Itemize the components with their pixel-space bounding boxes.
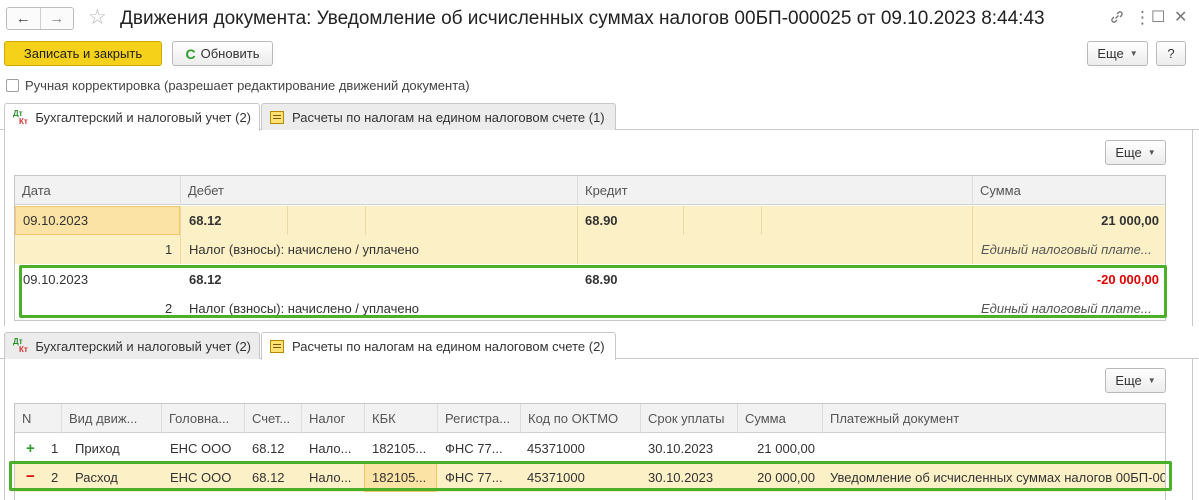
col-date[interactable]: Дата [15,176,180,205]
col-kbk[interactable]: КБК [364,404,437,433]
title-bar: ← → ☆ Движения документа: Уведомление об… [0,0,1199,38]
row1-account: 68.12 [252,441,285,456]
more-menu-icon[interactable]: ⋮ [1134,9,1151,27]
tab-accounting-2-label: Бухгалтерский и налоговый учет (2) [35,338,251,354]
chevron-down-icon: ▼ [1129,49,1138,58]
table-header: Дата Дебет Кредит Сумма [15,176,1165,205]
row1-oktmo: 45371000 [527,441,585,456]
register-icon [270,110,284,124]
link-icon[interactable] [1109,9,1125,30]
forward-arrow-icon[interactable]: → [39,8,74,29]
col-oktmo[interactable]: Код по ОКТМО [520,404,640,433]
table-row[interactable]: + 1 Приход ЕНС ООО 68.12 Нало... 182105.… [15,434,1165,463]
row1-registration: ФНС 77... [445,441,503,456]
col-sum[interactable]: Сумма [737,404,822,433]
col-credit[interactable]: Кредит [577,176,972,205]
row1-date: 09.10.2023 [23,213,89,228]
row1-head: ЕНС ООО [170,441,232,456]
manual-edit-label: Ручная корректировка (разрешает редактир… [25,78,470,93]
panel1-more-label: Еще [1115,145,1142,160]
tab-ens-settlements[interactable]: Расчеты по налогам на едином налоговом с… [261,103,616,130]
tab-accounting[interactable]: Дт Кт Бухгалтерский и налоговый учет (2) [4,103,260,131]
row1-kbk: 182105... [372,441,427,456]
row1-debit: 68.12 [189,213,222,228]
chevron-down-icon: ▼ [1147,148,1156,157]
col-sum[interactable]: Сумма [972,176,1165,205]
col-n[interactable]: N [15,404,61,433]
close-icon[interactable]: ✕ [1174,9,1187,27]
row1-credit: 68.90 [585,213,618,228]
save-and-close-button[interactable]: Записать и закрыть [4,41,162,66]
col-head[interactable]: Головна... [161,404,244,433]
row1-content: Налог (взносы): начислено / уплачено [189,242,419,257]
row1-sum: 21 000,00 [757,441,815,456]
col-payment-doc[interactable]: Платежный документ [822,404,1165,433]
table-row[interactable]: 09.10.2023 1 68.12 Налог (взносы): начис… [15,206,1165,264]
favorite-star-icon[interactable]: ☆ [88,7,107,29]
tab-accounting-label: Бухгалтерский и налоговый учет (2) [35,110,251,125]
col-tax[interactable]: Налог [301,404,364,433]
manual-edit-checkbox[interactable] [6,79,19,92]
row1-tax: Нало... [309,441,352,456]
register-icon [270,340,284,353]
refresh-button[interactable]: C Обновить [172,41,273,66]
refresh-label: Обновить [200,46,260,61]
more-label: Еще [1097,46,1124,61]
refresh-icon: C [185,45,196,62]
debit-credit-icon: Дт Кт [13,108,28,126]
row1-note: Единый налоговый плате... [981,242,1152,257]
tab-ens-settlements-2[interactable]: Расчеты по налогам на едином налоговом с… [261,332,616,360]
col-kind[interactable]: Вид движ... [61,404,161,433]
window-title: Движения документа: Уведомление об исчис… [120,8,1045,29]
panel2-more-label: Еще [1115,373,1142,388]
table-header: N Вид движ... Головна... Счет... Налог К… [15,404,1165,433]
panel2-more-button[interactable]: Еще ▼ [1105,368,1166,393]
panel1-more-button[interactable]: Еще ▼ [1105,140,1166,165]
row1-n: 1 [51,441,59,456]
highlight-frame [9,461,1172,491]
manual-edit-row: Ручная корректировка (разрешает редактир… [6,78,470,93]
debit-credit-icon: Дт Кт [13,337,28,354]
tabs-top: Дт Кт Бухгалтерский и налоговый учет (2) … [0,103,1199,131]
row1-num: 1 [165,242,173,257]
highlight-frame [19,265,1167,318]
income-plus-icon: + [26,441,35,456]
row1-sum: 21 000,00 [1101,213,1159,228]
row1-kind: Приход [75,441,120,456]
back-arrow-icon[interactable]: ← [7,8,40,29]
col-debit[interactable]: Дебет [180,176,577,205]
col-due-date[interactable]: Срок уплаты [640,404,737,433]
help-button[interactable]: ? [1156,41,1186,66]
tab-accounting-2[interactable]: Дт Кт Бухгалтерский и налоговый учет (2) [4,332,260,359]
tabs-bottom: Дт Кт Бухгалтерский и налоговый учет (2) … [0,332,1199,360]
more-button[interactable]: Еще ▼ [1087,41,1148,66]
maximize-icon[interactable]: ☐ [1151,9,1165,27]
nav-buttons: ← → [6,7,74,30]
col-account[interactable]: Счет... [244,404,301,433]
tab-ens-settlements-2-label: Расчеты по налогам на едином налоговом с… [292,339,605,354]
row1-due-date: 30.10.2023 [648,441,714,456]
col-registration[interactable]: Регистра... [437,404,520,433]
chevron-down-icon: ▼ [1147,376,1156,385]
tab-ens-settlements-label: Расчеты по налогам на едином налоговом с… [292,109,605,125]
